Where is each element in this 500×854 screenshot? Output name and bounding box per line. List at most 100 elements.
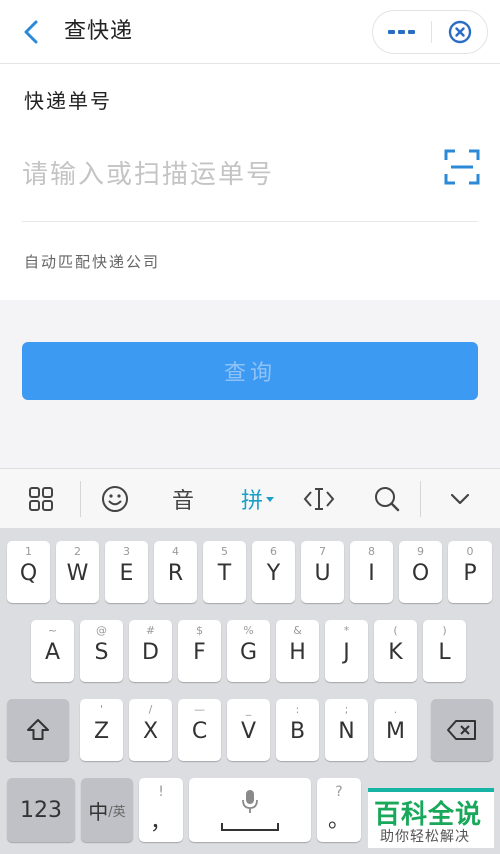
- keyboard-menu-button[interactable]: [14, 469, 68, 529]
- key-c[interactable]: — C: [178, 699, 221, 761]
- key-sub-label: #: [145, 624, 156, 637]
- tracking-number-input[interactable]: [22, 153, 422, 197]
- space-bar-icon: [221, 823, 279, 831]
- key-x[interactable]: / X: [129, 699, 172, 761]
- key-r[interactable]: 4R: [154, 541, 197, 603]
- input-mode-button[interactable]: 拼: [228, 469, 288, 529]
- collapse-keyboard-button[interactable]: [434, 469, 486, 529]
- key-q[interactable]: 1Q: [7, 541, 50, 603]
- comma-key[interactable]: ! ，: [139, 778, 183, 842]
- key-label: A: [44, 640, 61, 665]
- number-keyboard-key[interactable]: 123: [7, 778, 75, 842]
- voice-input-button[interactable]: 音: [156, 469, 210, 529]
- chevron-left-icon: [24, 20, 38, 44]
- app-header: 查快递: [0, 0, 500, 64]
- key-label: 。: [327, 808, 350, 833]
- key-label: F: [193, 640, 206, 665]
- key-sub-label: $: [196, 624, 203, 637]
- key-sub-label: 4: [172, 545, 179, 558]
- key-label: N: [338, 719, 355, 744]
- more-button[interactable]: [373, 11, 431, 53]
- language-switch-face: 中/英: [81, 778, 133, 842]
- key-sub-label: ': [99, 703, 104, 716]
- key-h[interactable]: & H: [276, 620, 319, 682]
- key-j[interactable]: * J: [325, 620, 368, 682]
- caret-down-icon: [266, 497, 274, 502]
- key-n[interactable]: ; N: [325, 699, 368, 761]
- emoji-button[interactable]: [88, 469, 142, 529]
- key-i[interactable]: 8I: [350, 541, 393, 603]
- key-e[interactable]: 3E: [105, 541, 148, 603]
- page-title: 查快递: [64, 19, 134, 44]
- key-sub-label: ?: [335, 784, 343, 800]
- cursor-button[interactable]: [292, 469, 346, 529]
- key-sub-label: :: [295, 703, 300, 716]
- key-u[interactable]: 7U: [301, 541, 344, 603]
- key-sub-label: —: [194, 703, 205, 716]
- language-switch-key[interactable]: 中/英: [81, 778, 133, 842]
- key-m[interactable]: .M: [374, 699, 417, 761]
- key-sub-label: ): [442, 624, 447, 637]
- key-sub-label: 1: [25, 545, 32, 558]
- toolbar-divider: [80, 481, 81, 517]
- auto-match-text: 自动匹配快递公司: [24, 253, 161, 271]
- key-v[interactable]: _ V: [227, 699, 270, 761]
- key-sub-label: 2: [74, 545, 81, 558]
- emoji-icon: [102, 486, 128, 512]
- key-label: V: [240, 719, 257, 744]
- backspace-key-face: [431, 699, 493, 761]
- scan-icon: [444, 149, 480, 185]
- key-p[interactable]: 0P: [448, 541, 492, 603]
- key-label: Y: [266, 561, 281, 586]
- key-s[interactable]: @ S: [80, 620, 123, 682]
- shift-icon: [27, 719, 49, 740]
- scan-button[interactable]: [444, 149, 480, 185]
- shift-key[interactable]: [7, 699, 69, 761]
- key-t[interactable]: 5T: [203, 541, 246, 603]
- key-sub-label: @: [96, 624, 107, 637]
- period-key[interactable]: ? 。: [317, 778, 361, 842]
- lang-main-label: 中: [88, 799, 109, 824]
- key-label: H: [289, 640, 306, 665]
- back-button[interactable]: [14, 14, 50, 50]
- key-sub-label: %: [243, 624, 254, 637]
- key-sub-label: 7: [319, 545, 326, 558]
- key-y[interactable]: 6Y: [252, 541, 295, 603]
- key-label: L: [438, 640, 451, 665]
- key-g[interactable]: % G: [227, 620, 270, 682]
- key-d[interactable]: # D: [129, 620, 172, 682]
- cursor-move-icon: [303, 488, 335, 510]
- space-key[interactable]: [189, 778, 311, 842]
- key-sub-label: 3: [123, 545, 130, 558]
- key-label: B: [289, 719, 306, 744]
- search-button[interactable]: [360, 469, 414, 529]
- key-b[interactable]: :B: [276, 699, 319, 761]
- key-z[interactable]: ' Z: [80, 699, 123, 761]
- key-k[interactable]: (K: [374, 620, 417, 682]
- key-label: S: [94, 640, 109, 665]
- query-button[interactable]: 查询: [22, 342, 478, 400]
- key-label: Z: [93, 719, 110, 744]
- mini-program-capsule: [372, 10, 488, 54]
- key-sub-label: .: [393, 703, 398, 716]
- key-w[interactable]: 2W: [56, 541, 99, 603]
- close-button[interactable]: [431, 11, 489, 53]
- key-label: ，: [149, 810, 172, 835]
- chevron-down-icon: [450, 493, 470, 505]
- backspace-icon: [447, 720, 476, 740]
- key-o[interactable]: 9O: [399, 541, 442, 603]
- key-l[interactable]: ) L: [423, 620, 466, 682]
- key-label: D: [142, 640, 159, 665]
- watermark-bar: [368, 788, 494, 792]
- key-a[interactable]: ~ A: [31, 620, 74, 682]
- microphone-icon: [242, 790, 258, 813]
- key-label: C: [191, 719, 208, 744]
- key-sub-label: (: [393, 624, 398, 637]
- backspace-key[interactable]: [431, 699, 493, 761]
- key-sub-label: 8: [368, 545, 375, 558]
- key-label: W: [66, 561, 89, 586]
- key-f[interactable]: $ F: [178, 620, 221, 682]
- key-sub-label: _: [245, 703, 252, 716]
- key-sub-label: 9: [417, 545, 424, 558]
- shift-key-face: [7, 699, 69, 761]
